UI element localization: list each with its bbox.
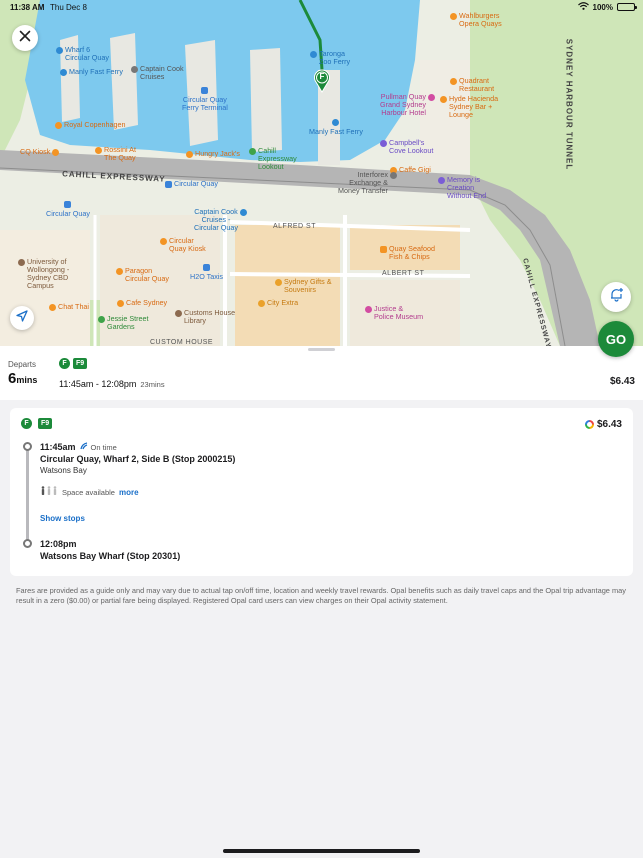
trip-alert-button[interactable]	[601, 282, 631, 312]
origin-stop-dot	[23, 442, 32, 451]
go-button[interactable]: GO	[598, 321, 634, 357]
poi-captain-cook-1[interactable]: Captain Cook Cruises	[131, 65, 184, 81]
occupancy-more-link[interactable]: more	[119, 488, 139, 497]
street-label-albert: ALBERT ST	[382, 270, 425, 277]
realtime-status: On time	[79, 442, 117, 452]
close-button[interactable]	[12, 25, 38, 51]
poi-manly-fast-ferry-1[interactable]: Manly Fast Ferry	[60, 68, 123, 76]
battery-icon	[617, 3, 637, 11]
poi-memory[interactable]: Memory is Creation Without End	[438, 176, 486, 200]
ferry-marker[interactable]: F	[313, 69, 331, 93]
poi-uow[interactable]: University of Wollongong - Sydney CBD Ca…	[18, 258, 69, 290]
trip-timeline	[26, 445, 29, 545]
status-right: 100%	[577, 2, 637, 12]
summary-times: 11:45am - 12:08pm 23mins	[59, 379, 165, 389]
poi-campbells[interactable]: Campbell's Cove Lookout	[380, 139, 433, 155]
route-badge: F9	[38, 418, 53, 429]
destination-headsign: Watsons Bay	[40, 466, 87, 475]
show-stops-button[interactable]: Show stops	[40, 514, 85, 523]
bell-plus-icon	[609, 287, 624, 307]
poi-taronga[interactable]: Taronga Zoo Ferry	[310, 50, 350, 66]
fare-disclaimer: Fares are provided as a guide only and m…	[16, 586, 626, 605]
status-time: 11:38 AM	[10, 3, 45, 12]
close-icon	[19, 29, 31, 47]
poi-manly-fast-ferry-2[interactable]: Manly Fast Ferry	[309, 118, 363, 136]
poi-cafe-sydney[interactable]: Cafe Sydney	[117, 299, 167, 307]
battery-percent: 100%	[592, 2, 613, 12]
location-arrow-icon	[16, 309, 28, 327]
occupancy-text: Space available	[62, 487, 115, 497]
origin-stop: Circular Quay, Wharf 2, Side B (Stop 200…	[40, 454, 236, 464]
poi-wharf6[interactable]: Wharf 6 Circular Quay	[56, 46, 109, 62]
locate-button[interactable]	[10, 306, 34, 330]
sheet-grabber[interactable]	[308, 348, 335, 351]
status-bar: 11:38 AM Thu Dec 8 100%	[0, 0, 643, 16]
poi-pullman[interactable]: Pullman Quay Grand Sydney Harbour Hotel	[380, 93, 435, 117]
route-badge: F9	[73, 358, 88, 369]
poi-circular-quay-station-2[interactable]: Circular Quay	[46, 200, 90, 218]
poi-cahill-lookout[interactable]: Cahill Expressway Lookout	[249, 147, 297, 171]
arrive-time: 12:08pm	[40, 539, 77, 549]
poi-quadrant[interactable]: Quadrant Restaurant	[450, 77, 494, 93]
poi-royal-copenhagen[interactable]: Royal Copenhagen	[55, 121, 126, 129]
poi-customs-library[interactable]: Customs House Library	[175, 309, 235, 325]
depart-time-row: 11:45am On time	[40, 442, 117, 452]
leg-fare: $6.43	[584, 419, 622, 430]
occupancy-icon	[40, 486, 58, 498]
poi-sydney-gifts[interactable]: Sydney Gifts & Souvenirs	[275, 278, 332, 294]
poi-cq-kiosk-2[interactable]: Circular Quay Kiosk	[160, 237, 206, 253]
ferry-mode-icon: F	[59, 358, 70, 369]
home-indicator[interactable]	[223, 849, 420, 853]
poi-hyde[interactable]: Hyde Hacienda Sydney Bar + Lounge	[440, 95, 498, 119]
poi-hungry-jacks[interactable]: Hungry Jack's	[186, 150, 240, 158]
poi-quay-seafood[interactable]: Quay Seafood Fish & Chips	[380, 245, 435, 261]
poi-city-extra[interactable]: City Extra	[258, 299, 298, 307]
arrive-stop: Watsons Bay Wharf (Stop 20301)	[40, 551, 181, 561]
leg-badges: F F9	[21, 418, 53, 429]
summary-badges: F F9	[59, 358, 88, 369]
destination-stop-dot	[23, 539, 32, 548]
trip-detail-card: F F9 $6.43 11:45am On time Circular Quay…	[10, 408, 633, 576]
poi-interforex[interactable]: Interforex Exchange & Money Transfer	[338, 171, 397, 195]
poi-chat-thai[interactable]: Chat Thai	[49, 303, 89, 311]
ferry-marker-letter: F	[319, 72, 325, 81]
wifi-icon	[577, 2, 589, 12]
occupancy-row: Space available more	[40, 486, 139, 498]
road-label-tunnel: SYDNEY HARBOUR TUNNEL	[564, 38, 574, 171]
status-date: Thu Dec 8	[50, 3, 87, 12]
map-view[interactable]: F CAHILL EXPRESSWAY SYDNEY HARBOUR TUNNE…	[0, 0, 643, 346]
poi-h2o-taxis[interactable]: H2O Taxis	[190, 263, 223, 281]
ferry-mode-icon: F	[21, 418, 32, 429]
departs-countdown: 6mins	[8, 370, 38, 387]
poi-rossini[interactable]: Rossini At The Quay	[95, 146, 136, 162]
poi-paragon[interactable]: Paragon Circular Quay	[116, 267, 169, 283]
poi-jessie-street[interactable]: Jessie Street Gardens	[98, 315, 149, 331]
departs-label: Departs	[8, 360, 37, 369]
poi-circular-quay-station[interactable]: Circular Quay	[165, 180, 218, 188]
street-label-custom: CUSTOM HOUSE	[150, 339, 214, 346]
summary-fare: $6.43	[609, 376, 635, 387]
realtime-icon	[79, 442, 88, 452]
poi-captain-cook-2[interactable]: Captain Cook Cruises - Circular Quay	[194, 208, 247, 232]
poi-cq-kiosk[interactable]: CQ Kiosk	[20, 148, 60, 156]
poi-ferry-terminal[interactable]: Circular Quay Ferry Terminal	[182, 86, 228, 112]
trip-summary[interactable]: Departs 6mins F F9 11:45am - 12:08pm 23mi…	[0, 346, 643, 400]
opal-icon	[584, 420, 594, 429]
street-label-alfred: ALFRED ST	[273, 223, 317, 230]
poi-justice-museum[interactable]: Justice & Police Museum	[365, 305, 423, 321]
